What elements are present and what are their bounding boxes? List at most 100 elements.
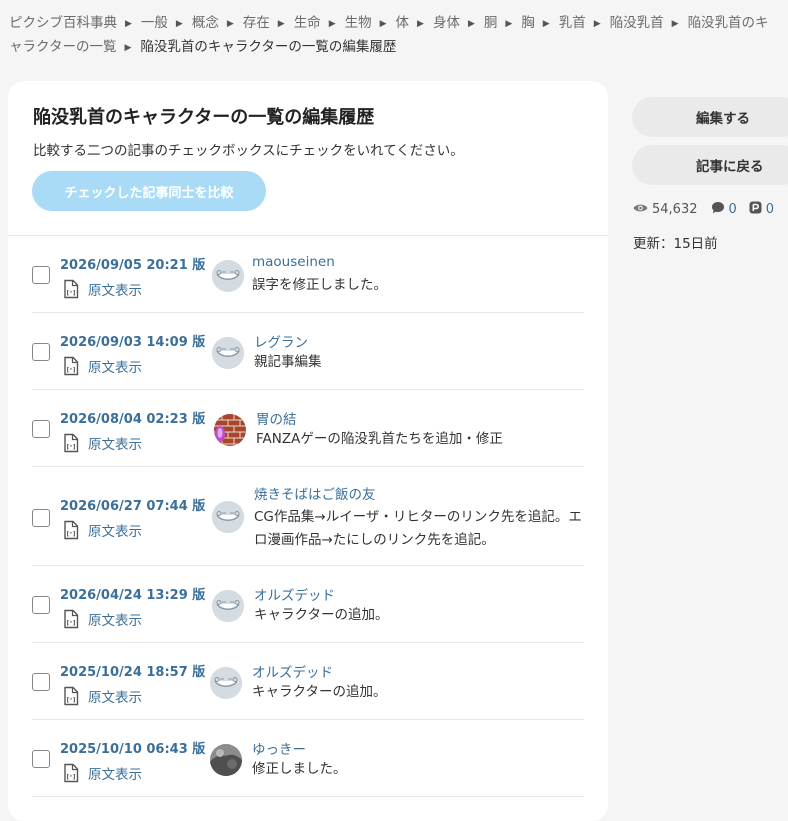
- revision-date-link[interactable]: 2026/08/04 02:23 版: [60, 408, 205, 427]
- breadcrumb-link[interactable]: 体: [396, 15, 410, 31]
- breadcrumb-link[interactable]: 身体: [433, 15, 460, 31]
- breadcrumb-link[interactable]: 生命: [294, 15, 321, 31]
- user-avatar[interactable]: [210, 744, 242, 776]
- breadcrumb-separator-icon: ▶: [542, 19, 550, 29]
- comment-icon: [711, 201, 725, 218]
- compare-button[interactable]: チェックした記事同士を比較: [32, 171, 266, 211]
- revision-summary: キャラクターの追加。: [252, 684, 387, 700]
- user-avatar[interactable]: [212, 260, 244, 292]
- revision-user-link[interactable]: maouseinen: [252, 254, 335, 270]
- view-source-label: 原文表示: [88, 360, 142, 376]
- document-icon: *: [62, 686, 80, 706]
- revision-summary: CG作品集→ルイーザ・リヒターのリンク先を追記。エロ漫画作品→たにしのリンク先を…: [254, 509, 582, 548]
- user-avatar[interactable]: [212, 337, 244, 369]
- revision-row: 2026/04/24 13:29 版 * 原文表示 オルズデッドキャラクターの追加。: [32, 566, 584, 643]
- breadcrumb: ピクシブ百科事典 ▶ 一般 ▶ 概念 ▶ 存在 ▶ 生命 ▶ 生物 ▶ 体 ▶ 身体 ▶ 胴 ▶ 胸 ▶ 乳首 ▶ 陥没乳首…: [9, 12, 779, 60]
- revision-user-link[interactable]: オルズデッド: [254, 584, 335, 604]
- breadcrumb-link[interactable]: 陥没乳首: [610, 15, 664, 31]
- revision-user-link[interactable]: 焼きそばはご飯の友: [254, 483, 376, 503]
- document-icon: *: [62, 609, 80, 629]
- revision-date-link[interactable]: 2025/10/24 18:57 版: [60, 661, 205, 680]
- revision-row: 2025/10/24 18:57 版 * 原文表示 オルズデッドキャラクターの追加。: [32, 643, 584, 720]
- view-source-label: 原文表示: [88, 437, 142, 453]
- revision-summary: 誤字を修正しました。: [252, 277, 387, 293]
- breadcrumb-link[interactable]: 生物: [345, 15, 372, 31]
- revision-user-link[interactable]: 胃の結: [256, 408, 297, 428]
- revision-checkbox[interactable]: [32, 673, 50, 691]
- revision-checkbox[interactable]: [32, 266, 50, 284]
- article-stats: 54,632 0 0: [633, 201, 774, 218]
- pixiv-count-value[interactable]: 0: [766, 202, 774, 217]
- view-count: 54,632: [633, 202, 698, 217]
- breadcrumb-separator-icon: ▶: [124, 43, 132, 53]
- revision-checkbox[interactable]: [32, 420, 50, 438]
- breadcrumb-separator-icon: ▶: [671, 19, 679, 29]
- edit-history-card: 陥没乳首のキャラクターの一覧の編集履歴 比較する二つの記事のチェックボックスにチ…: [8, 81, 608, 821]
- view-count-value: 54,632: [652, 202, 698, 217]
- revision-summary: キャラクターの追加。: [254, 607, 389, 623]
- document-icon: *: [62, 433, 80, 453]
- breadcrumb-separator-icon: ▶: [175, 19, 183, 29]
- revision-user-link[interactable]: オルズデッド: [252, 661, 333, 681]
- svg-text:*: *: [70, 620, 73, 626]
- revision-checkbox[interactable]: [32, 750, 50, 768]
- revision-summary: 修正しました。: [252, 761, 347, 777]
- view-source-label: 原文表示: [88, 767, 142, 783]
- view-source-label: 原文表示: [88, 613, 142, 629]
- comment-count[interactable]: 0: [711, 201, 737, 218]
- page-title: 陥没乳首のキャラクターの一覧の編集履歴: [33, 107, 375, 128]
- comment-count-value[interactable]: 0: [729, 202, 737, 217]
- revision-date-link[interactable]: 2025/10/10 06:43 版: [60, 738, 205, 757]
- breadcrumb-separator-icon: ▶: [328, 19, 336, 29]
- revision-date-link[interactable]: 2026/09/05 20:21 版: [60, 254, 205, 273]
- svg-text:*: *: [70, 290, 73, 296]
- revision-row: 2026/09/05 20:21 版 * 原文表示 maouseinen 誤字を修正しま…: [32, 236, 584, 313]
- revision-row: 2026/06/27 07:44 版 * 原文表示 焼きそばはご飯の友 CG作品集→ルイ…: [32, 467, 584, 566]
- document-icon: *: [62, 356, 80, 376]
- eye-icon: [633, 202, 648, 217]
- revision-checkbox[interactable]: [32, 596, 50, 614]
- breadcrumb-separator-icon: ▶: [379, 19, 387, 29]
- user-avatar[interactable]: [212, 501, 244, 533]
- svg-text:*: *: [70, 444, 73, 450]
- revision-user-link[interactable]: レグラン: [254, 331, 308, 351]
- view-source-link[interactable]: * 原文表示: [62, 686, 142, 706]
- document-icon: *: [62, 520, 80, 540]
- back-to-article-button[interactable]: 記事に戻る: [632, 145, 788, 185]
- breadcrumb-link[interactable]: 胸: [521, 15, 535, 31]
- breadcrumb-link[interactable]: 乳首: [559, 15, 586, 31]
- pixiv-count[interactable]: 0: [749, 201, 774, 218]
- revision-summary: 親記事編集: [254, 354, 322, 370]
- revision-date-link[interactable]: 2026/06/27 07:44 版: [60, 495, 205, 514]
- revision-checkbox[interactable]: [32, 343, 50, 361]
- view-source-link[interactable]: * 原文表示: [62, 520, 142, 540]
- svg-text:*: *: [70, 531, 73, 537]
- svg-text:*: *: [70, 774, 73, 780]
- breadcrumb-link[interactable]: 存在: [243, 15, 270, 31]
- view-source-label: 原文表示: [88, 283, 142, 299]
- breadcrumb-separator-icon: ▶: [277, 19, 285, 29]
- view-source-link[interactable]: * 原文表示: [62, 609, 142, 629]
- pixiv-icon: [749, 201, 762, 218]
- view-source-link[interactable]: * 原文表示: [62, 356, 142, 376]
- revision-summary: FANZAゲーの陥没乳首たちを追加・修正: [256, 431, 503, 447]
- revision-row: 2026/08/04 02:23 版 * 原文表示 胃の結 FANZAゲーの陥没乳首たち…: [32, 390, 584, 467]
- view-source-link[interactable]: * 原文表示: [62, 433, 142, 453]
- revision-user-link[interactable]: ゆっきー: [252, 738, 306, 758]
- view-source-link[interactable]: * 原文表示: [62, 763, 142, 783]
- user-avatar[interactable]: [212, 590, 244, 622]
- user-avatar[interactable]: [210, 667, 242, 699]
- breadcrumb-link[interactable]: 胴: [484, 15, 498, 31]
- view-source-label: 原文表示: [88, 524, 142, 540]
- edit-button[interactable]: 編集する: [632, 97, 788, 137]
- breadcrumb-link[interactable]: 概念: [192, 15, 219, 31]
- revision-list: 2026/09/05 20:21 版 * 原文表示 maouseinen 誤字を修正しま…: [32, 236, 584, 797]
- user-avatar[interactable]: [214, 414, 246, 446]
- revision-checkbox[interactable]: [32, 509, 50, 527]
- breadcrumb-link[interactable]: 一般: [141, 15, 168, 31]
- revision-date-link[interactable]: 2026/04/24 13:29 版: [60, 584, 205, 603]
- breadcrumb-link[interactable]: ピクシブ百科事典: [9, 15, 117, 31]
- revision-date-link[interactable]: 2026/09/03 14:09 版: [60, 331, 205, 350]
- view-source-link[interactable]: * 原文表示: [62, 279, 142, 299]
- breadcrumb-separator-icon: ▶: [417, 19, 424, 29]
